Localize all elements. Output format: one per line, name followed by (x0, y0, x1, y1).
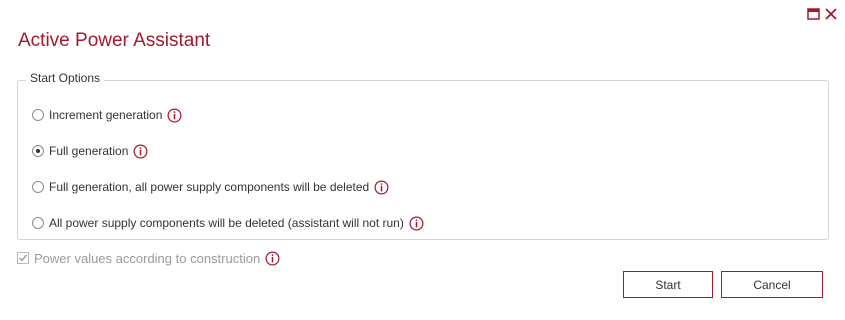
power-values-label: Power values according to construction (34, 250, 261, 266)
maximize-button[interactable] (806, 6, 822, 22)
checkmark-icon (19, 254, 28, 262)
start-button[interactable]: Start (623, 271, 713, 298)
option-label: All power supply components will be dele… (49, 216, 404, 230)
maximize-icon (807, 8, 820, 20)
radio-button[interactable] (32, 145, 44, 157)
option-full-generation[interactable]: Full generation (32, 141, 148, 161)
option-label: Full generation (49, 144, 129, 158)
option-delete-components-only[interactable]: All power supply components will be dele… (32, 213, 424, 233)
radio-button[interactable] (32, 181, 44, 193)
option-label: Full generation, all power supply compon… (49, 180, 370, 194)
close-button[interactable] (823, 6, 839, 22)
radio-button[interactable] (32, 109, 44, 121)
info-icon[interactable] (265, 251, 280, 266)
option-full-generation-delete-components[interactable]: Full generation, all power supply compon… (32, 177, 389, 197)
info-icon[interactable] (133, 144, 148, 159)
option-increment-generation[interactable]: Increment generation (32, 105, 182, 125)
info-icon[interactable] (374, 180, 389, 195)
start-options-legend: Start Options (26, 71, 105, 85)
close-icon (825, 8, 837, 20)
radio-button[interactable] (32, 217, 44, 229)
dialog-title: Active Power Assistant (18, 30, 211, 51)
option-label: Increment generation (49, 108, 163, 122)
power-values-checkbox-row: Power values according to construction (17, 248, 280, 268)
info-icon[interactable] (167, 108, 182, 123)
power-values-checkbox (17, 252, 29, 264)
info-icon[interactable] (409, 216, 424, 231)
cancel-button[interactable]: Cancel (721, 271, 823, 298)
